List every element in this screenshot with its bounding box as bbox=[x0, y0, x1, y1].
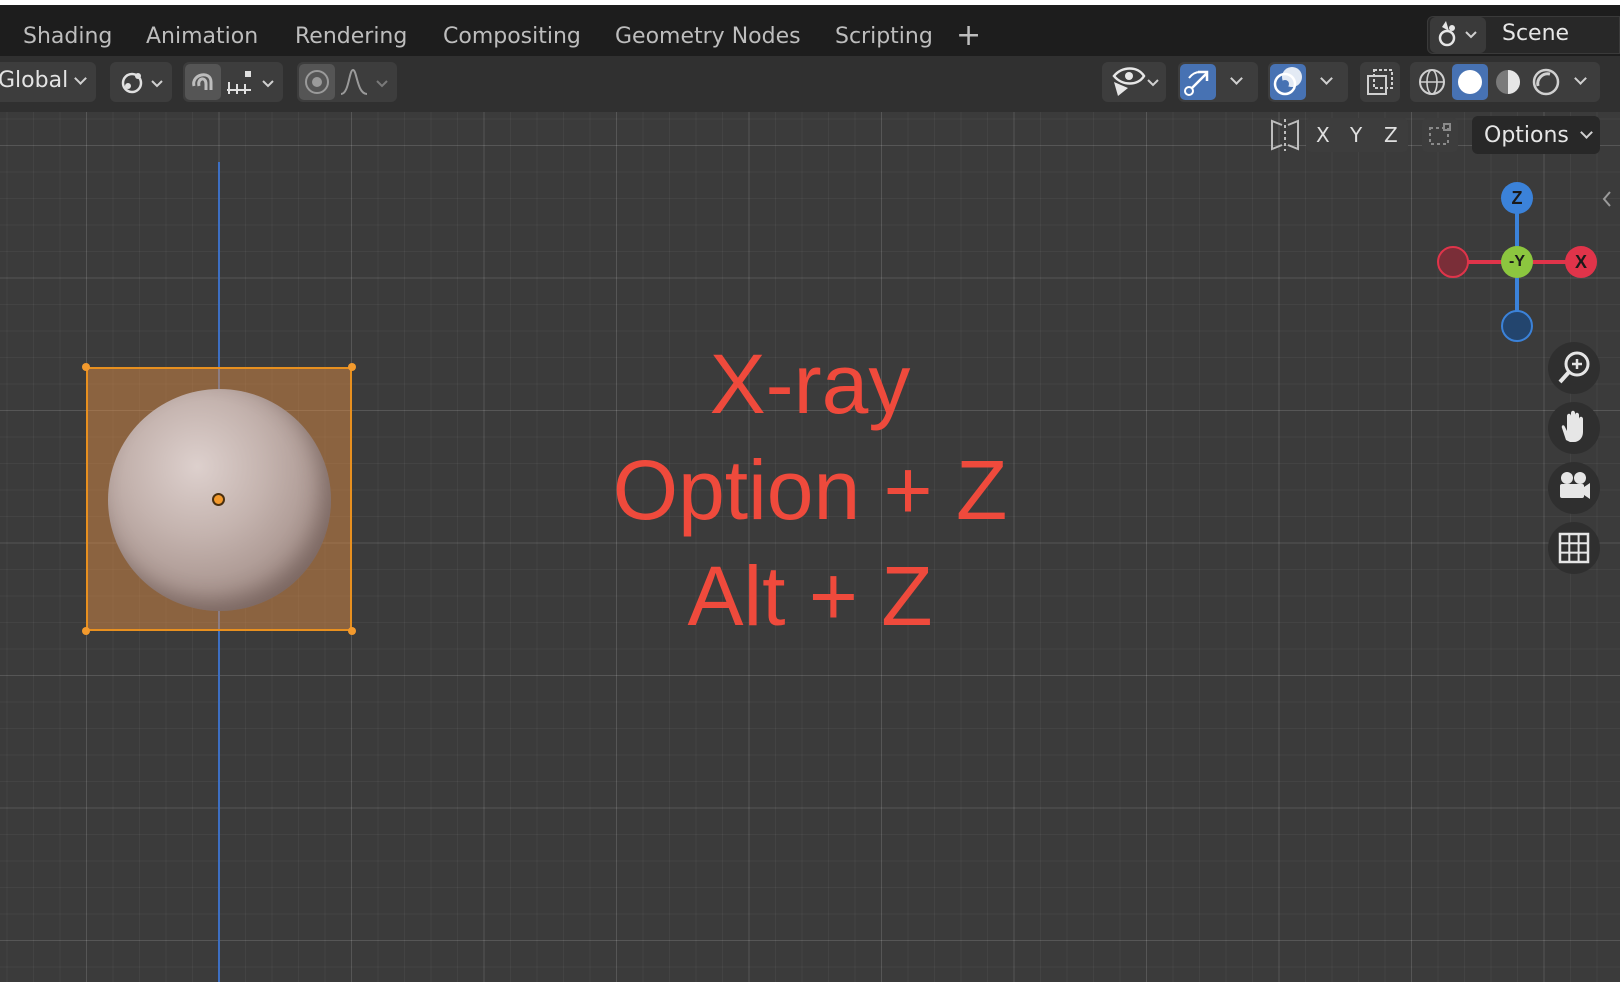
camera-icon bbox=[1560, 472, 1590, 499]
tab-shading[interactable]: Shading bbox=[23, 24, 112, 49]
tab-compositing[interactable]: Compositing bbox=[443, 24, 581, 49]
scene-icon[interactable] bbox=[1430, 17, 1486, 53]
selection-corner bbox=[348, 363, 356, 371]
chevron-down-icon bbox=[1320, 72, 1333, 85]
xray-icon bbox=[1367, 69, 1393, 95]
overlay-toggle[interactable] bbox=[1270, 64, 1306, 100]
add-workspace-button[interactable]: + bbox=[956, 21, 981, 51]
tab-geometry-nodes[interactable]: Geometry Nodes bbox=[615, 24, 801, 49]
mirror-y-toggle[interactable]: Y bbox=[1350, 123, 1362, 147]
rendered-shading-button[interactable] bbox=[1528, 64, 1564, 100]
auto-merge-icon bbox=[1429, 123, 1451, 145]
snap-icon bbox=[192, 73, 213, 90]
chevron-down-icon bbox=[1230, 72, 1243, 85]
gizmo-dropdown[interactable] bbox=[1178, 62, 1258, 102]
snap-toggle[interactable] bbox=[185, 64, 221, 100]
gizmo-neg-y-ball[interactable]: -Y bbox=[1501, 246, 1533, 278]
tab-rendering[interactable]: Rendering bbox=[295, 24, 407, 49]
wireframe-shading-button[interactable] bbox=[1414, 64, 1450, 100]
visibility-icon bbox=[1112, 67, 1159, 96]
mirror-z-toggle[interactable]: Z bbox=[1384, 123, 1398, 147]
chevron-down-icon bbox=[1580, 126, 1593, 139]
selection-corner bbox=[348, 627, 356, 635]
annotation-mac-shortcut: Option + Z bbox=[612, 443, 1008, 537]
chevron-down-icon bbox=[74, 72, 87, 85]
mirror-axis-group: X Y Z bbox=[1306, 118, 1408, 152]
selection-corner bbox=[82, 363, 90, 371]
gizmo-x-ball[interactable]: X bbox=[1565, 246, 1597, 278]
selection-corner bbox=[82, 627, 90, 635]
annotation-xray: X-ray bbox=[709, 337, 911, 431]
solid-shading-icon bbox=[1458, 70, 1482, 94]
transform-pivot-icon bbox=[121, 72, 163, 94]
proportional-edit-group[interactable] bbox=[297, 62, 397, 102]
shading-mode-group bbox=[1410, 62, 1600, 102]
proportional-edit-icon bbox=[305, 70, 329, 94]
options-dropdown[interactable]: Options bbox=[1472, 116, 1600, 154]
gizmo-z-ball[interactable]: Z bbox=[1501, 182, 1533, 214]
chevron-down-icon[interactable] bbox=[1574, 72, 1587, 85]
sidebar-toggle-icon[interactable] bbox=[1600, 188, 1614, 210]
orientation-label: Global bbox=[0, 68, 69, 93]
overlay-icon bbox=[1273, 67, 1302, 96]
gizmo-neg-z-ball[interactable] bbox=[1501, 310, 1533, 342]
gizmo-toggle[interactable] bbox=[1180, 64, 1216, 100]
wireframe-shading-icon bbox=[1419, 69, 1445, 95]
material-shading-icon bbox=[1496, 70, 1520, 94]
proportional-edit-toggle[interactable] bbox=[299, 64, 335, 100]
workspace-tab-bar: Shading Animation Rendering Compositing … bbox=[0, 0, 1620, 56]
tab-scripting[interactable]: Scripting bbox=[835, 24, 933, 49]
pan-button[interactable] bbox=[1548, 402, 1600, 454]
xray-toggle[interactable] bbox=[1360, 62, 1400, 102]
gizmo-icon bbox=[1184, 70, 1209, 96]
zoom-icon bbox=[1558, 351, 1590, 384]
tab-animation[interactable]: Animation bbox=[146, 24, 258, 49]
visibility-dropdown[interactable] bbox=[1102, 62, 1166, 102]
annotation-pc-shortcut: Alt + Z bbox=[687, 549, 933, 643]
options-label: Options bbox=[1484, 123, 1569, 148]
pan-hand-icon bbox=[1561, 410, 1583, 442]
grid-icon bbox=[1558, 532, 1590, 564]
mirror-x-toggle[interactable]: X bbox=[1316, 123, 1330, 147]
rendered-shading-icon bbox=[1532, 68, 1560, 96]
camera-view-button[interactable] bbox=[1548, 462, 1600, 514]
mirror-icon[interactable] bbox=[1268, 117, 1302, 153]
3d-viewport[interactable]: X Y Z Options Z X -Y X-ray Option + Z Al… bbox=[0, 112, 1620, 982]
zoom-button[interactable] bbox=[1548, 342, 1600, 394]
auto-merge-toggle[interactable] bbox=[1422, 118, 1458, 152]
scene-name[interactable]: Scene bbox=[1502, 21, 1569, 46]
material-shading-button[interactable] bbox=[1490, 64, 1526, 100]
overlay-dropdown[interactable] bbox=[1268, 62, 1348, 102]
ortho-toggle-button[interactable] bbox=[1548, 522, 1600, 574]
viewport-header: Global bbox=[0, 56, 1620, 112]
falloff-curve-icon bbox=[340, 68, 388, 95]
object-origin bbox=[212, 493, 225, 506]
transform-pivot-dropdown[interactable] bbox=[110, 62, 172, 102]
solid-shading-button[interactable] bbox=[1452, 64, 1488, 100]
snap-group[interactable] bbox=[183, 62, 283, 102]
orientation-dropdown[interactable]: Global bbox=[0, 62, 96, 102]
gizmo-neg-x-ball[interactable] bbox=[1437, 246, 1469, 278]
snap-increment-icon bbox=[227, 71, 274, 94]
